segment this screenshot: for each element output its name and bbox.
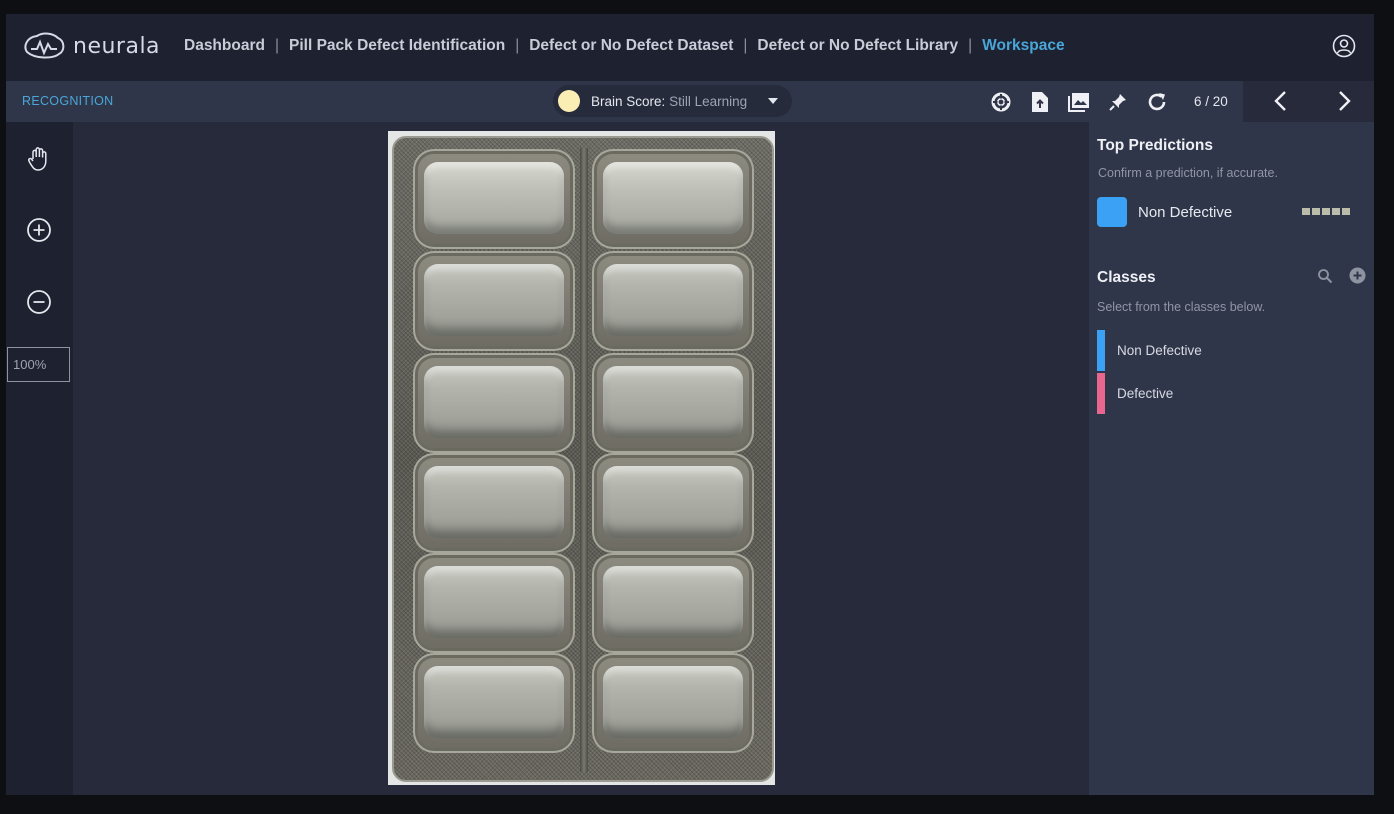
breadcrumb-dataset[interactable]: Defect or No Defect Dataset xyxy=(529,37,733,55)
pill-pocket xyxy=(418,154,570,244)
brand-logo[interactable]: neurala xyxy=(23,32,160,60)
caret-down-icon xyxy=(768,98,778,104)
blister-pack xyxy=(392,136,774,782)
pill-pocket xyxy=(597,458,749,548)
pill xyxy=(424,466,564,538)
pill-pocket xyxy=(597,658,749,748)
breadcrumb: Dashboard | Pill Pack Defect Identificat… xyxy=(184,37,1065,55)
pill xyxy=(603,566,743,638)
blister-divider xyxy=(580,148,588,772)
zoom-level-input[interactable]: 100% xyxy=(7,347,70,382)
pill-pocket xyxy=(418,256,570,346)
brain-logo-icon xyxy=(24,32,65,59)
class-label: Non Defective xyxy=(1117,343,1202,358)
pill-pocket xyxy=(418,658,570,748)
breadcrumb-separator: | xyxy=(515,37,520,54)
brain-score-label: Brain Score: xyxy=(591,93,666,109)
prediction-color-swatch xyxy=(1097,197,1127,227)
image-counter: 6 / 20 xyxy=(1194,94,1228,109)
pill-pocket xyxy=(418,558,570,648)
refresh-icon[interactable] xyxy=(1144,89,1170,115)
brain-score-indicator xyxy=(558,90,580,112)
class-item-non-defective[interactable]: Non Defective xyxy=(1097,330,1367,371)
class-color-bar xyxy=(1097,373,1105,414)
brain-score-value: Still Learning xyxy=(669,93,748,109)
pill-pocket xyxy=(597,558,749,648)
add-class-icon[interactable] xyxy=(1349,267,1366,289)
top-predictions-subtitle: Confirm a prediction, if accurate. xyxy=(1098,166,1278,180)
breadcrumb-workspace[interactable]: Workspace xyxy=(982,37,1064,55)
pill-pocket xyxy=(418,458,570,548)
brain-score-dropdown[interactable]: Brain Score: Still Learning xyxy=(553,85,792,117)
next-image-button[interactable] xyxy=(1333,90,1355,112)
pill xyxy=(424,264,564,336)
pill-pocket xyxy=(597,358,749,448)
image-navigation xyxy=(1243,81,1374,122)
breadcrumb-separator: | xyxy=(274,37,279,54)
previous-image-button[interactable] xyxy=(1270,90,1292,112)
classes-actions xyxy=(1301,267,1366,289)
prediction-item[interactable]: Non Defective xyxy=(1097,196,1367,228)
breadcrumb-separator: | xyxy=(968,37,973,54)
brand-name: neurala xyxy=(73,33,161,59)
help-lifebuoy-icon[interactable] xyxy=(988,89,1014,115)
pill xyxy=(424,366,564,438)
pill xyxy=(603,466,743,538)
top-header: neurala Dashboard | Pill Pack Defect Ide… xyxy=(6,14,1374,81)
class-label: Defective xyxy=(1117,386,1174,401)
upload-file-icon[interactable] xyxy=(1027,89,1053,115)
pin-icon[interactable] xyxy=(1105,89,1131,115)
prediction-label: Non Defective xyxy=(1138,203,1233,221)
breadcrumb-project[interactable]: Pill Pack Defect Identification xyxy=(289,37,505,55)
class-color-bar xyxy=(1097,330,1105,371)
image-canvas[interactable] xyxy=(73,122,1089,795)
breadcrumb-dashboard[interactable]: Dashboard xyxy=(184,37,265,55)
pill xyxy=(424,162,564,234)
chevron-right-icon xyxy=(1339,91,1351,111)
mode-label: RECOGNITION xyxy=(22,94,114,108)
workspace-toolbar: RECOGNITION Brain Score: Still Learning xyxy=(6,81,1374,122)
search-icon[interactable] xyxy=(1317,268,1333,289)
pill xyxy=(603,366,743,438)
canvas-tools: 100% xyxy=(6,122,73,795)
top-predictions-title: Top Predictions xyxy=(1097,137,1213,154)
breadcrumb-library[interactable]: Defect or No Defect Library xyxy=(757,37,958,55)
zoom-out-icon[interactable] xyxy=(25,288,53,316)
pill-pocket xyxy=(597,256,749,346)
classes-title: Classes xyxy=(1097,269,1156,286)
app-window: neurala Dashboard | Pill Pack Defect Ide… xyxy=(6,14,1374,795)
user-account-icon[interactable] xyxy=(1332,34,1356,58)
image-gallery-icon[interactable] xyxy=(1066,89,1092,115)
pill-pocket xyxy=(418,358,570,448)
brain-score-text: Brain Score: Still Learning xyxy=(591,94,747,109)
pill xyxy=(424,666,564,738)
zoom-in-icon[interactable] xyxy=(25,216,53,244)
pill xyxy=(603,162,743,234)
breadcrumb-separator: | xyxy=(743,37,748,54)
pill xyxy=(603,666,743,738)
class-item-defective[interactable]: Defective xyxy=(1097,373,1367,414)
toolbar-icons xyxy=(988,89,1183,115)
predictions-panel: Top Predictions Confirm a prediction, if… xyxy=(1089,122,1374,795)
pill-pocket xyxy=(597,154,749,244)
pill-pack-image xyxy=(388,131,775,785)
chevron-left-icon xyxy=(1274,91,1286,111)
classes-subtitle: Select from the classes below. xyxy=(1097,300,1266,314)
confidence-meter xyxy=(1300,208,1350,215)
pill xyxy=(603,264,743,336)
pill xyxy=(424,566,564,638)
hand-pan-icon[interactable] xyxy=(25,145,53,173)
